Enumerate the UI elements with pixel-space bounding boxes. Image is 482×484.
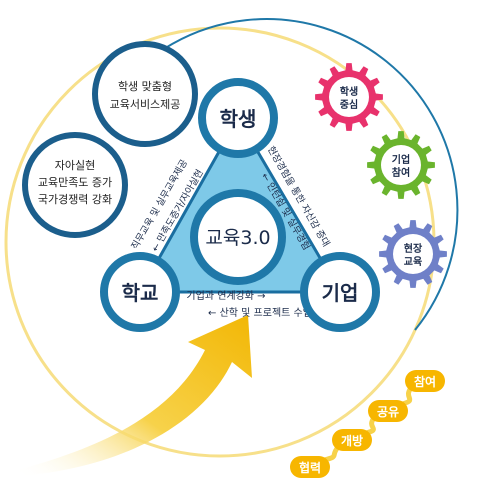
step-connector-2 [363,415,377,436]
step-1: 협력 [290,456,330,478]
info-circle-top-line-1: 학생 맞춤형 [118,80,172,93]
info-circle-left-line-3: 국가경쟁력 강화 [38,193,112,206]
step-1-label: 협력 [299,460,321,475]
gear-2: 기업참여 [367,131,435,199]
step-4-label: 참여 [414,374,436,389]
gear-2-label-1: 기업 [392,153,410,166]
education-diagram: 직무교육 및 실무교육제공 ← 만족도증가/자아실현 현장경험을 통한 자신감 … [0,0,482,484]
gear-3: 현장교육 [379,220,447,288]
info-circle-top: 학생 맞춤형 교육서비스제공 [92,41,198,147]
growth-arrow [18,315,252,476]
info-circle-left: 자아실현 교육만족도 증가 국가경쟁력 강화 [22,132,128,238]
gear-3-label-2: 교육 [404,256,422,268]
step-4: 참여 [405,370,445,392]
info-circle-left-line-1: 자아실현 [55,159,95,172]
vertex-company-label: 기업 [322,281,359,305]
gear-2-label-2: 참여 [392,166,410,179]
diagram-canvas: 직무교육 및 실무교육제공 ← 만족도증가/자아실현 현장경험을 통한 자신감 … [4,18,459,478]
center-node: 교육3.0 [190,189,286,285]
vertex-school: 학교 [100,252,180,332]
step-2: 개방 [332,429,372,451]
gear-1-label-1: 학생 [340,85,358,98]
vertex-school-label: 학교 [122,281,159,305]
vertex-company: 기업 [300,252,380,332]
vertex-student: 학생 [198,78,278,158]
step-3: 공유 [368,400,408,422]
edge-label-bottom-top: 기업과 연계강화 → [186,289,265,302]
step-2-label: 개방 [341,433,363,448]
info-circle-top-line-2: 교육서비스제공 [110,98,181,111]
gear-3-label-1: 현장 [404,242,423,255]
step-3-label: 공유 [377,405,399,419]
step-connector-1 [321,444,341,463]
center-label: 교육3.0 [205,227,270,249]
vertex-student-label: 학생 [220,107,257,131]
gear-1-label-2: 중심 [340,98,358,111]
edge-label-bottom-bottom: ← 산학 및 프로젝트 수업 [208,306,312,319]
step-connector-3 [399,385,414,407]
gear-1: 학생중심 [315,63,383,131]
step-group: 협력 개방 공유 참여 [290,370,445,478]
info-circle-left-line-2: 교육만족도 증가 [38,176,112,189]
